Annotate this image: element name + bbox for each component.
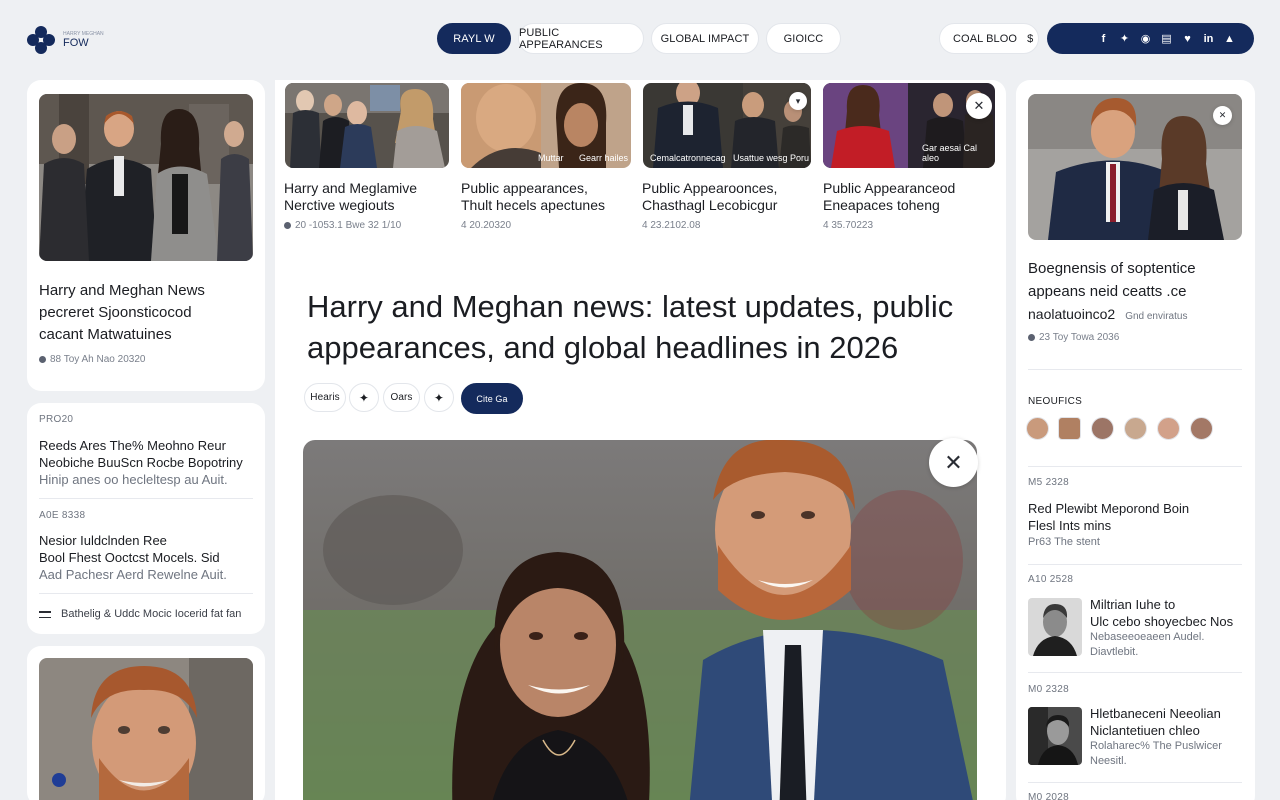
harry-meghan-street-photo: [39, 94, 253, 261]
avatar[interactable]: [1091, 417, 1114, 440]
story-caption: Gar aesai Cal aleo: [922, 143, 978, 163]
prince-harry-portrait: [39, 658, 253, 800]
close-icon[interactable]: ✕: [1213, 106, 1232, 125]
list-item[interactable]: Miltrian Iuhe to Ulc cebo shoyecbec Nos …: [1090, 596, 1250, 660]
list-item[interactable]: Hletbaneceni Neeolian Niclantetiuen chle…: [1090, 705, 1250, 769]
story-meta: 20 -1053.1 Bwe 32 1/10: [284, 220, 401, 231]
facebook-icon[interactable]: f: [1098, 33, 1110, 45]
avatar[interactable]: [1124, 417, 1147, 440]
story-photo-red-dress: Gar aesai Cal aleo ✕: [823, 83, 995, 168]
left-featured-card[interactable]: Harry and Meghan News pecreret Sjoonstic…: [27, 80, 265, 391]
story-title[interactable]: Public appearances, Thult hecels apectun…: [461, 180, 636, 214]
page-title: Harry and Meghan news: latest updates, p…: [307, 289, 954, 365]
harry-meghan-suits-photo: ✕: [1028, 94, 1242, 240]
close-icon[interactable]: ✕: [929, 438, 978, 487]
chip-hearts[interactable]: Hearis: [304, 383, 346, 412]
left-featured-headline[interactable]: Harry and Meghan News pecreret Sjoonstic…: [39, 280, 259, 346]
search-bar[interactable]: COAL BLOO $: [939, 23, 1039, 54]
clock-icon: [1028, 334, 1035, 341]
left-harry-card[interactable]: [27, 646, 265, 800]
item-date: M0 2028: [1028, 792, 1070, 800]
nav-item-public-appearances[interactable]: PUBLIC APPEARANCES: [518, 23, 644, 54]
avatar[interactable]: [1026, 417, 1049, 440]
divider: [39, 593, 253, 594]
divider: [1028, 782, 1242, 783]
list-item[interactable]: Red Plewibt Meporond Boin Flesl Ints min…: [1028, 500, 1250, 551]
right-sidebar: ✕ Boegnensis of soptentice appeans neid …: [1016, 80, 1255, 800]
avatar[interactable]: [1058, 417, 1081, 440]
right-featured-sub: naolatuoinco2 Gnd enviratus: [1028, 306, 1188, 322]
divider: [1028, 369, 1242, 370]
instagram-icon[interactable]: ◉: [1140, 32, 1152, 45]
social-bar: f ✦ ◉ ▤ ♥ in ▲: [1047, 23, 1254, 54]
close-icon[interactable]: ✕: [966, 93, 992, 119]
logo-text: FOW: [63, 36, 89, 49]
story-meta: 4 23.2102.08: [642, 220, 701, 231]
story-title[interactable]: Public Appearanceod Eneapaces toheng: [823, 180, 998, 214]
pinterest-icon[interactable]: ♥: [1182, 33, 1194, 45]
avatar[interactable]: [1157, 417, 1180, 440]
item-date: M5 2328: [1028, 477, 1070, 488]
list-item-date: A0E 8338: [39, 510, 86, 521]
linkedin-icon[interactable]: in: [1203, 33, 1215, 45]
main-panel: Muttar Gearr hailes Cemalcatronnecag Usa…: [275, 80, 1006, 800]
sparkle-icon[interactable]: ✦: [349, 383, 379, 412]
portrait-thumbnail: [1028, 707, 1082, 765]
clock-icon: [39, 356, 46, 363]
dollar-icon: $: [1027, 32, 1034, 45]
portrait-thumbnail: [1028, 598, 1082, 656]
story-title[interactable]: Harry and Meglamive Nerctive wegiouts: [284, 180, 454, 214]
avatars-label: NEOUFICS: [1028, 396, 1083, 407]
list-item[interactable]: Nesior Iuldclnden Ree Bool Fhest Ooctcst…: [39, 532, 261, 583]
divider: [1028, 672, 1242, 673]
story-bookmark-icon[interactable]: ▾: [789, 92, 807, 110]
left-featured-meta: 88 Toy Ah Nao 20320: [39, 354, 145, 365]
story-meta: 4 35.70223: [823, 220, 874, 231]
clock-icon: [284, 222, 291, 229]
site-logo[interactable]: HARRY MEGHAN FOW: [27, 26, 104, 54]
avatar[interactable]: [1190, 417, 1213, 440]
divider: [1028, 564, 1242, 565]
twitter-icon[interactable]: ✦: [1119, 32, 1131, 45]
left-news-list: PRO20 Reeds Ares The% Meohno Reur Neobic…: [27, 403, 265, 634]
nav-item-global-impact[interactable]: GLOBAL IMPACT: [651, 23, 759, 54]
sparkle-icon[interactable]: ✦: [424, 383, 454, 412]
item-date: M0 2328: [1028, 684, 1070, 695]
share-icon[interactable]: ▤: [1161, 32, 1173, 45]
list-footer[interactable]: Bathelig & Uddc Mocic Iocerid fat fan: [39, 608, 241, 620]
divider: [1028, 466, 1242, 467]
story-caption: Muttar: [538, 153, 564, 163]
list-section-label: PRO20: [39, 414, 74, 425]
search-label: COAL BLOO: [953, 32, 1018, 45]
list-item[interactable]: Reeds Ares The% Meohno Reur Neobiche Buu…: [39, 437, 261, 488]
story-photo-couple-closeup: Muttar Gearr hailes: [461, 83, 631, 168]
right-featured-meta: 23 Toy Towa 2036: [1028, 332, 1119, 343]
story-photo-suits: Cemalcatronnecag Usattue wesg Poru ▾: [643, 83, 811, 168]
chip-oars[interactable]: Oars: [383, 383, 420, 412]
story-caption: Gearr hailes: [579, 153, 629, 163]
story-caption: Cemalcatronnecag: [650, 153, 726, 163]
menu-lines-icon: [39, 610, 51, 618]
story-photo-crowd: [285, 83, 449, 168]
story-meta: 4 20.20320: [461, 220, 512, 231]
hero-harry-meghan-photo: [303, 440, 977, 800]
story-caption: Usattue wesg Poru: [733, 153, 810, 163]
story-title[interactable]: Public Appearoonces, Chasthagl Lecobicgu…: [642, 180, 817, 214]
clover-logo-icon: [27, 26, 55, 54]
nav-item-royal-news[interactable]: RAYL W: [437, 23, 511, 54]
chip-cite[interactable]: Cite Ga: [461, 383, 523, 414]
right-featured-headline[interactable]: Boegnensis of soptentice appeans neid ce…: [1028, 257, 1250, 303]
divider: [39, 498, 253, 499]
item-date: A10 2528: [1028, 574, 1074, 585]
profile-icon[interactable]: ▲: [1224, 33, 1236, 45]
nav-item-gioicc[interactable]: GIOICC: [766, 23, 841, 54]
